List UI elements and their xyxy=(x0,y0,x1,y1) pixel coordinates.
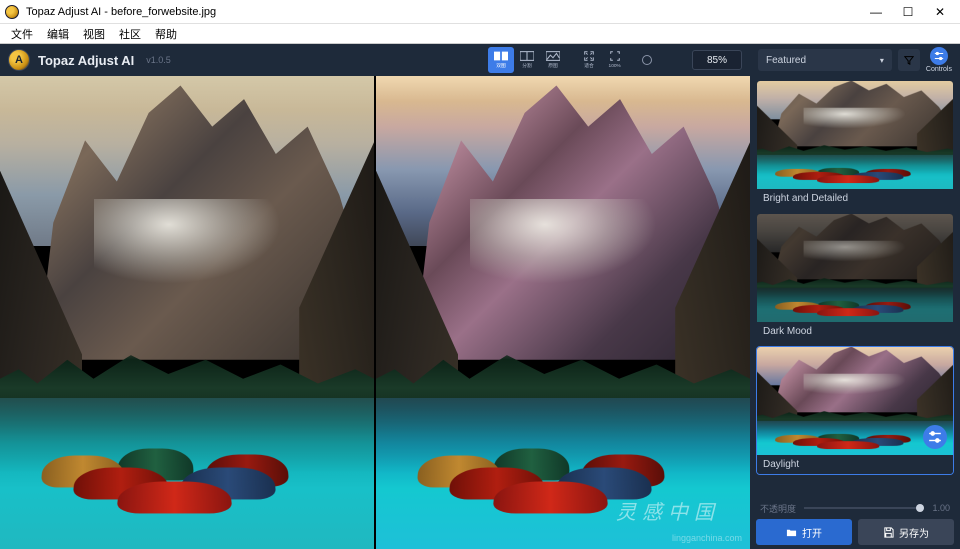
controls-toggle-button[interactable]: Controls xyxy=(926,47,952,73)
view-original-button[interactable]: 原图 xyxy=(540,47,566,73)
filter-button[interactable] xyxy=(898,49,920,71)
preset-label: Dark Mood xyxy=(757,322,953,341)
menu-community[interactable]: 社区 xyxy=(112,26,148,42)
preset-category-dropdown[interactable]: Featured xyxy=(758,49,892,71)
preset-daylight[interactable]: Daylight xyxy=(756,346,954,475)
open-button[interactable]: 打开 xyxy=(756,519,852,545)
panel-header: Featured Controls xyxy=(750,44,960,76)
opacity-value: 1.00 xyxy=(932,503,950,513)
preset-bright-and-detailed[interactable]: Bright and Detailed xyxy=(756,80,954,209)
window-titlebar: Topaz Adjust AI - before_forwebsite.jpg … xyxy=(0,0,960,24)
menu-help[interactable]: 帮助 xyxy=(148,26,184,42)
preset-list[interactable]: Bright and Detailed Dark Mood xyxy=(750,76,960,497)
brand-version: v1.0.5 xyxy=(146,55,171,65)
before-pane xyxy=(0,76,374,549)
edit-preset-icon[interactable] xyxy=(926,428,944,446)
opacity-label: 不透明度 xyxy=(760,502,796,515)
after-pane xyxy=(376,76,750,549)
zoom-100-button[interactable]: 100% xyxy=(602,47,628,73)
opacity-slider[interactable]: 不透明度 1.00 xyxy=(750,497,960,519)
window-minimize[interactable]: — xyxy=(860,5,892,19)
zoom-fit-button[interactable]: 适合 xyxy=(576,47,602,73)
sliders-icon xyxy=(930,47,948,65)
view-dual-button[interactable]: 双图 xyxy=(488,47,514,73)
window-close[interactable]: ✕ xyxy=(924,5,956,19)
window-title: Topaz Adjust AI - before_forwebsite.jpg xyxy=(26,6,216,18)
toolbar: A Topaz Adjust AI v1.0.5 双图 分割 原图 xyxy=(0,44,750,76)
zoom-value[interactable]: 85% xyxy=(692,50,742,70)
menu-file[interactable]: 文件 xyxy=(4,26,40,42)
right-panel: Bright and Detailed Dark Mood xyxy=(750,76,960,549)
brand-title: Topaz Adjust AI xyxy=(38,53,134,68)
view-split-button[interactable]: 分割 xyxy=(514,47,540,73)
menu-edit[interactable]: 编辑 xyxy=(40,26,76,42)
progress-indicator-icon xyxy=(642,55,652,65)
window-maximize[interactable]: ☐ xyxy=(892,5,924,19)
app-icon xyxy=(4,4,20,20)
folder-icon xyxy=(786,527,797,538)
menubar: 文件 编辑 视图 社区 帮助 xyxy=(0,24,960,44)
preset-label: Bright and Detailed xyxy=(757,189,953,208)
preset-dark-mood[interactable]: Dark Mood xyxy=(756,213,954,342)
save-as-button[interactable]: 另存为 xyxy=(858,519,954,545)
preset-label: Daylight xyxy=(757,455,953,474)
brand: A Topaz Adjust AI v1.0.5 xyxy=(8,49,171,71)
brand-logo: A xyxy=(8,49,30,71)
save-icon xyxy=(883,527,894,538)
image-viewer[interactable]: 灵感中国 lingganchina.com xyxy=(0,76,750,549)
menu-view[interactable]: 视图 xyxy=(76,26,112,42)
